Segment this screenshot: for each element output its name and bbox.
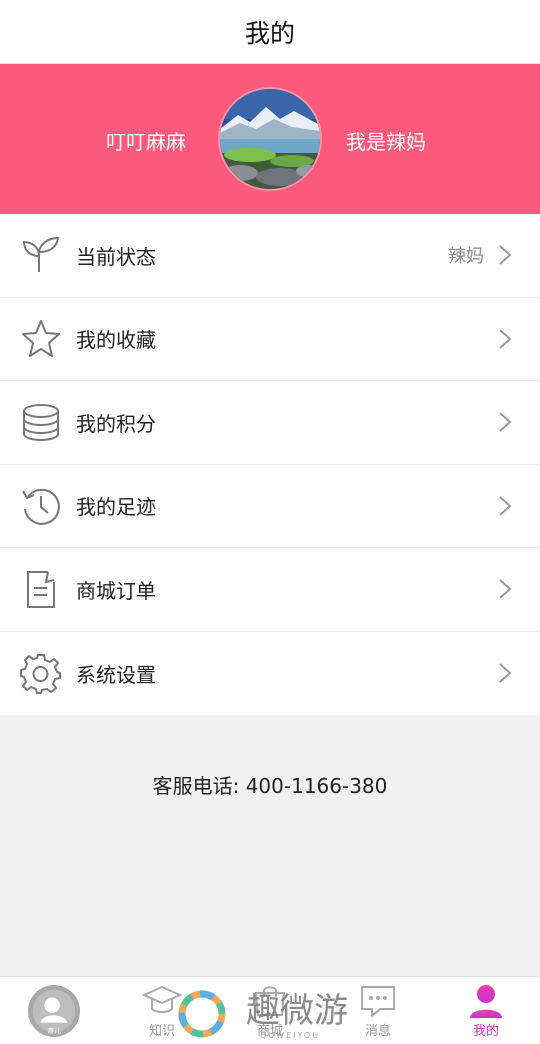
page-title: 我的 [244, 18, 295, 48]
menu-item-label: 商城订单 [76, 578, 156, 603]
profile-nickname[interactable]: 叮叮麻麻 [106, 126, 186, 155]
customer-service-hotline[interactable]: 客服电话: 400-1166-380 [0, 770, 540, 799]
chevron-right-icon [499, 579, 512, 599]
menu-item-label: 当前状态 [76, 244, 156, 269]
chevron-right-icon [499, 663, 512, 683]
watermark-text: 趣微游 [246, 991, 348, 1031]
chevron-right-icon [499, 496, 512, 516]
menu-item-current-status[interactable]: 当前状态 辣妈 [0, 214, 540, 298]
tab-label: 我的 [472, 1024, 499, 1039]
menu-item-settings[interactable]: 系统设置 [0, 632, 540, 716]
baby-avatar-icon: 育儿 [27, 984, 81, 1038]
watermark-logo-mark: 趣微游 QUWEIYOU [178, 990, 348, 1040]
sprout-icon [22, 237, 60, 273]
tab-badge-text: 育儿 [47, 1026, 61, 1035]
person-icon [470, 985, 502, 1018]
menu-list: 当前状态 辣妈 我的收藏 我的积分 我的足迹 商城订单 系统设置 [0, 214, 540, 715]
menu-item-orders[interactable]: 商城订单 [0, 548, 540, 632]
history-clock-icon [22, 488, 60, 525]
watermark-subtext: QUWEIYOU [260, 1031, 320, 1040]
menu-item-favorites[interactable]: 我的收藏 [0, 298, 540, 381]
chevron-right-icon [499, 412, 512, 432]
menu-item-label: 系统设置 [76, 662, 156, 687]
profile-banner: 叮叮麻麻 我是辣妈 [0, 64, 540, 214]
coin-stack-icon [23, 404, 59, 442]
tab-parenting[interactable]: 育儿 [0, 977, 108, 1044]
menu-item-label: 我的足迹 [76, 495, 156, 520]
menu-item-value: 辣妈 [448, 246, 484, 268]
star-icon [22, 319, 60, 357]
menu-item-label: 我的积分 [76, 411, 156, 436]
avatar-landscape-image [220, 89, 320, 189]
tab-mine[interactable]: 我的 [432, 977, 540, 1044]
title-bar: 我的 [0, 0, 540, 64]
menu-item-label: 我的收藏 [76, 328, 156, 353]
gear-icon [20, 654, 61, 695]
watermark-logo: 趣微游 QUWEIYOU [176, 986, 376, 1042]
chevron-right-icon [499, 245, 512, 265]
chevron-right-icon [499, 329, 512, 349]
order-document-icon [27, 571, 55, 609]
avatar[interactable] [218, 87, 322, 191]
profile-role: 我是辣妈 [346, 130, 426, 154]
menu-item-points[interactable]: 我的积分 [0, 381, 540, 465]
menu-item-history[interactable]: 我的足迹 [0, 465, 540, 548]
